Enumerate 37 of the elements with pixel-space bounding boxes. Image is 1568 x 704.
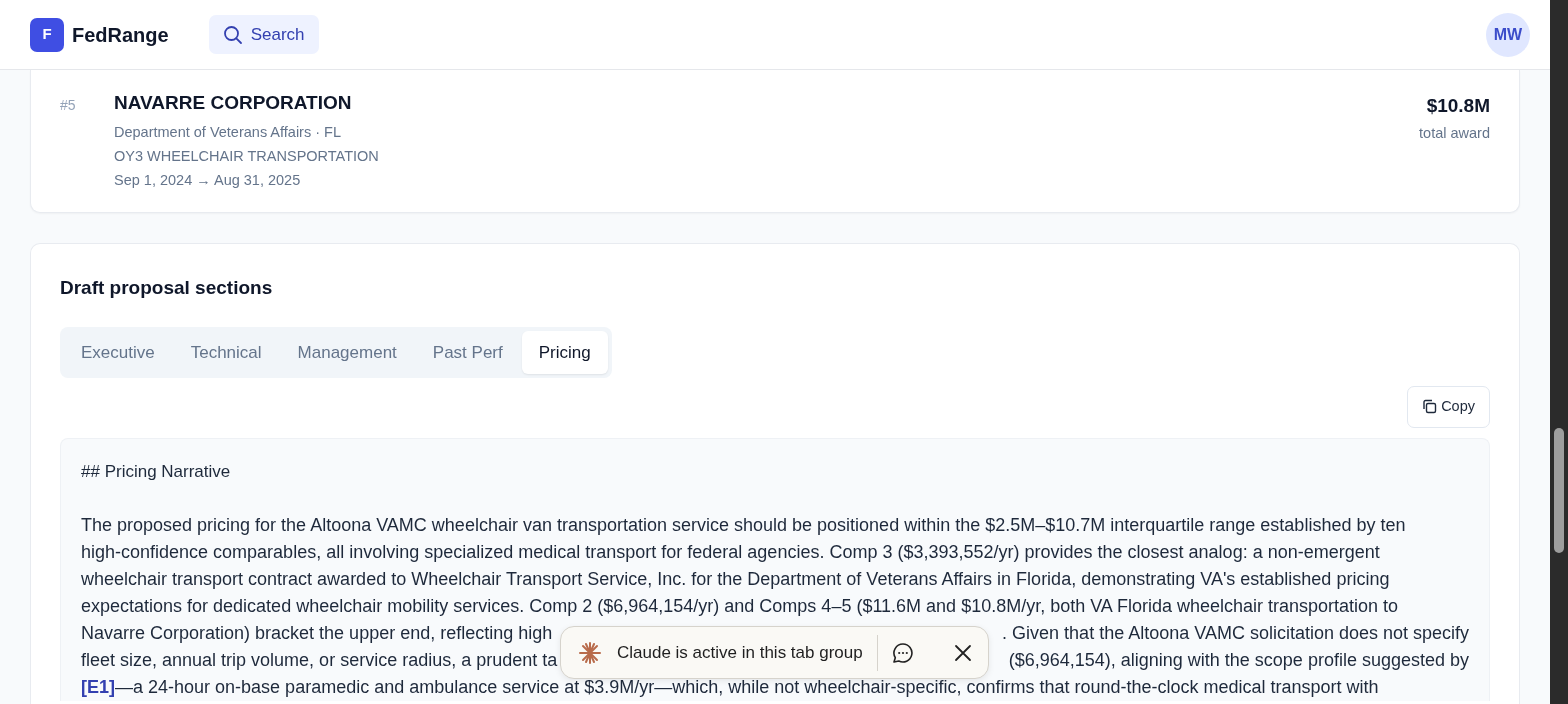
section-tab[interactable]: Technical [173, 330, 279, 374]
narrative-line: high-confidence comparables, all involving specialized medical transport for federal agencies. Comp 3 ($3,393,552/yr) provides the closest analog: a non-emergent [81, 540, 1381, 564]
narrative-line: . Given that the Altoona VAMC solicitation does not specify [1002, 621, 1469, 645]
citation-link[interactable]: [E1] [81, 673, 115, 701]
narrative-line: —a 24-hour on-base paramedic and ambulance service at $3.9M/yr—which, while not wheelchair-specific, confirms that round-the-clock medical transport with [115, 675, 1379, 699]
rank-label: #5 [60, 96, 77, 115]
section-tab[interactable]: Management [280, 330, 414, 374]
copy-icon [1422, 399, 1438, 415]
narrative-line: The proposed pricing for the Altoona VAMC wheelchair van transportation service should be positioned within the $2.5M–$10.7M interquartile range established by ten [81, 513, 1407, 537]
logo-badge: F [30, 17, 64, 52]
scrollbar[interactable] [1550, 0, 1568, 704]
sparkle-icon [579, 641, 601, 664]
award-label: total award [1419, 123, 1490, 143]
narrative-heading: ## Pricing Narrative [81, 460, 231, 483]
toast-message: Claude is active in this tab group [617, 641, 863, 664]
section-tab[interactable]: Pricing [521, 330, 608, 374]
section-tab[interactable]: Executive [64, 330, 172, 374]
narrative-line: expectations for dedicated wheelchair mobility services. Comp 2 ($6,964,154/yr) and Comps 4–5 ($11.6M and $10.8M/yr, both VA Florida wheelchair transportation to [81, 594, 1400, 618]
agency-text: Department of Veterans Affairs · FL [114, 124, 341, 140]
brand-name: FedRange [72, 22, 169, 48]
scrollbar-thumb[interactable] [1554, 428, 1564, 553]
search-button[interactable]: Search [208, 14, 319, 55]
contract-title: OY3 WHEELCHAIR TRANSPORTATION [114, 148, 379, 164]
narrative-line: wheelchair transport contract awarded to Wheelchair Transport Service, Inc. for the Department of Veterans Affairs in Florida, demonstrating VA's established pricing [81, 567, 1391, 591]
company-name: NAVARRE CORPORATION [114, 92, 352, 113]
period-text: Sep 1, 2024 → Aug 31, 2025 [114, 172, 301, 188]
section-title: Draft proposal sections [60, 277, 273, 298]
user-avatar[interactable]: MW [1486, 12, 1530, 57]
section-tab[interactable]: Past Perf [415, 330, 520, 374]
narrative-line: ($6,964,154), aligning with the scope profile suggested by [1008, 648, 1469, 672]
narrative-line: fleet size, annual trip volume, or service radius, a prudent ta [81, 648, 558, 672]
award-amount: $10.8M [1426, 94, 1490, 118]
chat-icon[interactable] [891, 641, 914, 664]
narrative-line: Navarre Corporation) bracket the upper end, reflecting high [81, 621, 553, 645]
close-icon[interactable] [954, 643, 972, 662]
copy-button[interactable]: Copy [1407, 386, 1490, 428]
search-icon [222, 24, 243, 45]
